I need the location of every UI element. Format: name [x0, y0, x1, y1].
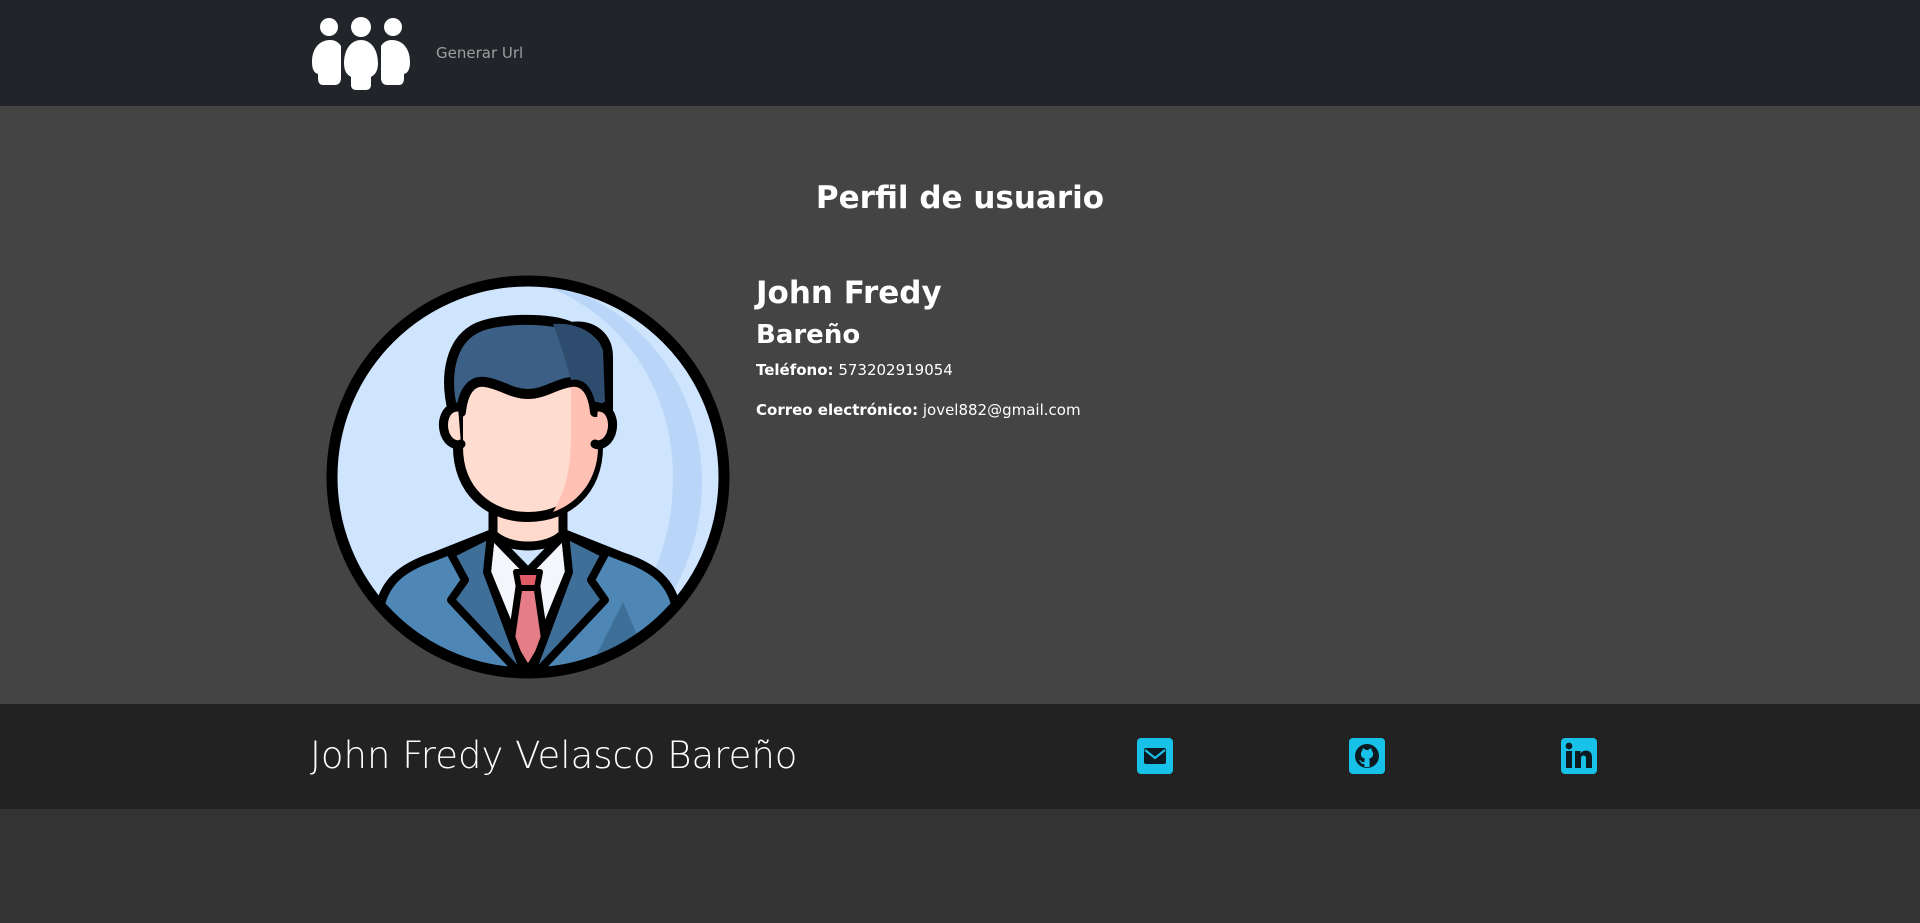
email-label: Correo electrónico:	[756, 401, 919, 419]
navbar: Generar Url	[0, 0, 1920, 106]
profile-email: Correo electrónico: jovel882@gmail.com	[756, 400, 1081, 420]
businessman-avatar-icon	[323, 272, 733, 682]
footer: John Fredy Velasco Bareño	[0, 704, 1920, 809]
github-icon[interactable]	[1349, 738, 1385, 774]
profile-last-name: Bareño	[756, 320, 861, 350]
main-content: Perfil de usuario John Fredy Bareño Telé…	[0, 106, 1920, 704]
profile-phone: Teléfono: 573202919054	[756, 360, 1081, 380]
linkedin-icon[interactable]	[1561, 738, 1597, 774]
page-background	[0, 809, 1920, 923]
email-value: jovel882@gmail.com	[918, 401, 1081, 419]
footer-name: John Fredy Velasco Bareño	[310, 734, 798, 777]
profile-first-name: John Fredy	[756, 275, 942, 311]
page-title: Perfil de usuario	[815, 180, 1105, 216]
phone-value: 573202919054	[833, 361, 953, 379]
profile-info: John Fredy Bareño Teléfono: 573202919054…	[756, 274, 1081, 420]
users-group-icon[interactable]	[308, 16, 414, 90]
email-icon[interactable]	[1137, 738, 1173, 774]
phone-label: Teléfono:	[756, 361, 834, 379]
nav-link-generar-url[interactable]: Generar Url	[436, 44, 523, 62]
